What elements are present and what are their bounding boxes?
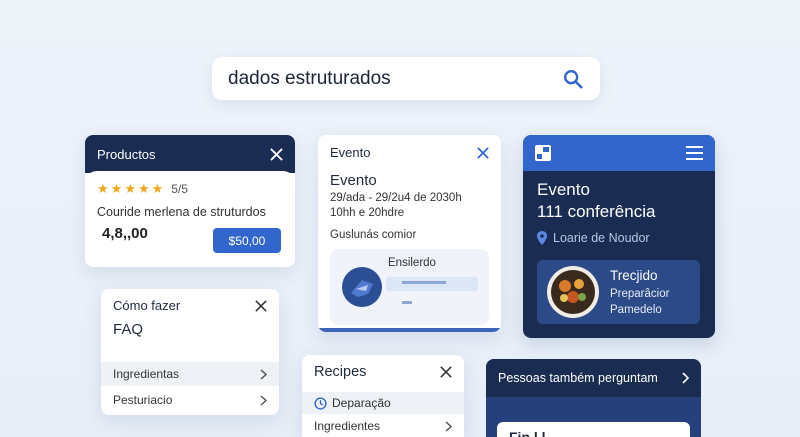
close-icon[interactable]	[270, 147, 283, 161]
star-icon: ★	[110, 181, 123, 196]
product-card-header: Productos	[85, 135, 295, 173]
chevron-right-icon	[445, 420, 452, 432]
recipes-card-header-label: Recipes	[314, 364, 367, 380]
faq-card-header: Cómo fazer	[101, 289, 279, 313]
faq-item-label: Pesturiacio	[113, 393, 173, 407]
recipe-item-label: Deparação	[332, 396, 391, 410]
faq-card: Cómo fazer FAQ Ingredientas Pesturiacio	[101, 289, 279, 415]
close-icon[interactable]	[255, 299, 267, 312]
recipe-item[interactable]: Deparação	[302, 392, 464, 414]
close-icon[interactable]	[477, 146, 489, 159]
faq-item-label: Ingredientas	[113, 367, 180, 381]
product-card-body: ★ ★ ★ ★ ★ 5/5 Couride merlena de strutur…	[85, 171, 295, 267]
people-also-ask-title: Pessoas também perguntam	[498, 371, 658, 385]
event-location: Loarie de Noudor	[523, 223, 715, 245]
recipe-line1: Preparâcior	[610, 288, 670, 300]
accent-bar	[318, 328, 501, 332]
product-number: 4,8,,00	[102, 225, 148, 242]
event-dark-title: Evento 111 conferência	[523, 171, 715, 223]
people-also-ask-card: Pessoas também perguntam Fin l l	[486, 359, 701, 437]
product-card: Productos ★ ★ ★ ★ ★ 5/5 Couride merlena …	[85, 135, 295, 267]
placeholder-line	[402, 281, 446, 284]
chevron-right-icon	[682, 372, 689, 384]
recipe-item[interactable]: Ingredientes	[302, 415, 464, 437]
placeholder-bar	[386, 277, 478, 291]
faq-title: FAQ	[113, 321, 144, 338]
recipe-title: Trecjido	[610, 268, 658, 283]
event-dark-title-line2: 111 conferência	[537, 202, 656, 221]
star-icon: ★	[151, 181, 164, 196]
price-button[interactable]: $50,00	[213, 228, 281, 253]
event-card-header-label: Evento	[330, 145, 371, 160]
star-icon: ★	[124, 181, 136, 196]
event-card: Evento Evento 29/ada - 29/2u4 de 2030h 1…	[318, 135, 501, 332]
recipe-line2: Pamedelo	[610, 304, 662, 316]
people-also-ask-header[interactable]: Pessoas também perguntam	[486, 359, 701, 397]
faq-card-header-label: Cómo fazer	[113, 298, 181, 313]
event-preview-label: Ensilerdo	[388, 257, 436, 269]
chevron-right-icon	[260, 394, 267, 406]
menu-icon[interactable]	[686, 146, 703, 160]
recipe-item-label: Ingredientes	[314, 419, 381, 433]
close-icon[interactable]	[440, 366, 452, 378]
rating-value: 5/5	[171, 182, 188, 196]
star-icon: ★	[137, 181, 150, 196]
search-bar[interactable]: dados estruturados	[212, 57, 600, 100]
event-card-header: Evento	[318, 135, 501, 170]
recipes-card: Recipes Deparação Ingredientes	[302, 355, 464, 437]
event-dark-header	[523, 135, 715, 171]
location-pin-icon	[537, 231, 547, 245]
product-card-title: Productos	[97, 146, 156, 162]
event-preview[interactable]: Ensilerdo	[330, 249, 489, 325]
food-image	[547, 266, 599, 318]
clock-icon	[314, 396, 327, 410]
event-location-label: Loarie de Noudor	[553, 231, 650, 245]
faq-item[interactable]: Ingredientas	[101, 362, 279, 386]
faq-item[interactable]: Pesturiacio	[101, 388, 279, 412]
event-date: 29/ada - 29/2u4 de 2030h	[330, 192, 462, 204]
recipe-item-content: Deparação	[314, 396, 391, 410]
recipes-card-header: Recipes	[302, 355, 464, 380]
placeholder-line	[402, 301, 412, 304]
event-dark-title-line1: Evento	[537, 180, 590, 199]
star-icon: ★	[97, 181, 109, 196]
star-rating: ★ ★ ★ ★ ★ 5/5	[97, 181, 283, 197]
event-subtitle: Guslunás comior	[330, 229, 417, 241]
app-logo-icon	[535, 145, 551, 161]
recipe-preview[interactable]: Trecjido Preparâcior Pamedelo	[537, 260, 700, 324]
search-icon[interactable]	[562, 68, 584, 90]
people-also-ask-item[interactable]: Fin l l	[497, 422, 690, 437]
event-dark-card: Evento 111 conferência Loarie de Noudor …	[523, 135, 715, 338]
event-time: 10hh e 20hdre	[330, 207, 405, 219]
logo-icon	[342, 267, 382, 307]
product-description: Couride merlena de struturdos	[97, 205, 266, 219]
chevron-right-icon	[260, 368, 267, 380]
event-title: Evento	[330, 172, 377, 189]
search-input[interactable]: dados estruturados	[228, 68, 562, 90]
